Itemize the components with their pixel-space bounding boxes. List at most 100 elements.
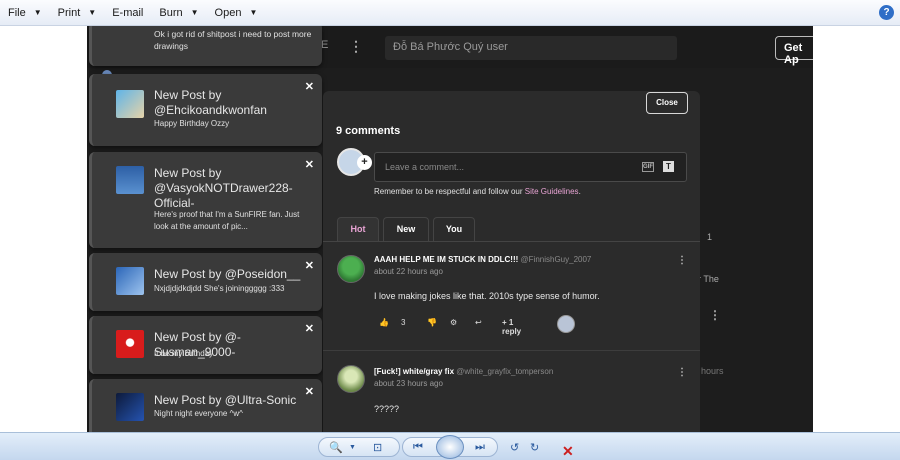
chevron-down-icon: ▼ (88, 8, 97, 17)
guidelines-prefix: Remember to be respectful and follow our (374, 187, 525, 196)
bg-text: hours (701, 366, 724, 376)
site-search-input[interactable]: Đỗ Bá Phước Quý user (385, 36, 677, 60)
notification-card[interactable]: New Post by @-Susman_9000- It be my birt… (89, 316, 322, 374)
award-icon[interactable]: ⚙ (450, 318, 457, 327)
close-icon[interactable]: ✕ (305, 158, 314, 171)
help-icon[interactable]: ? (879, 5, 894, 20)
guidelines-text: Remember to be respectful and follow our… (374, 187, 581, 196)
tabs-divider (323, 241, 700, 242)
comment-handle: @FinnishGuy_2007 (520, 255, 592, 264)
menu-bar: File ▼ Print ▼ E-mail Burn ▼ Open ▼ ? (0, 0, 900, 26)
comment-author-name: [Fuck!] white/gray fix (374, 367, 455, 376)
chevron-down-icon: ▼ (33, 8, 42, 17)
notification-card[interactable]: Ok i got rid of shitpost i need to post … (89, 26, 322, 66)
notification-card[interactable]: New Post by @Poseidon__ Nxjdjdjdkdjdd Sh… (89, 253, 322, 311)
more-options-icon[interactable]: ⋮ (677, 255, 687, 266)
close-icon[interactable]: ✕ (305, 259, 314, 272)
chevron-down-icon[interactable]: ▼ (349, 444, 356, 451)
notification-card[interactable]: New Post by @Ultra-Sonic Night night eve… (89, 379, 322, 432)
replies-button[interactable]: + 1 reply (502, 318, 521, 336)
notification-title: New Post by @Ultra-Sonic (154, 393, 297, 407)
menu-burn[interactable]: Burn ▼ (151, 0, 206, 26)
notification-thumbnail (116, 330, 144, 358)
more-options-icon[interactable]: ⋮ (349, 38, 363, 55)
tab-new[interactable]: New (383, 217, 429, 241)
notification-card[interactable]: New Post by @VasyokNOTDrawer228-Official… (89, 152, 322, 248)
notification-body: Ok i got rid of shitpost i need to post … (154, 29, 312, 51)
site-header-letter: E (321, 39, 329, 51)
menu-file-label: File (8, 6, 26, 19)
comment-text: ????? (374, 404, 400, 414)
notification-body: Happy Birthday Ozzy (154, 119, 230, 128)
comment-author[interactable]: [Fuck!] white/gray fix @white_grayfix_to… (374, 367, 553, 376)
close-icon[interactable]: ✕ (305, 80, 314, 93)
comment-separator (323, 350, 700, 351)
plus-icon[interactable]: + (357, 155, 372, 170)
delete-icon[interactable]: ✕ (562, 443, 574, 460)
menu-print[interactable]: Print ▼ (50, 0, 105, 26)
comment-handle: @white_grayfix_tomperson (456, 367, 554, 376)
reply-icon[interactable]: ↩ (475, 318, 482, 327)
notification-thumbnail (116, 90, 144, 118)
rotate-left-icon[interactable]: ↺ (510, 441, 519, 454)
menu-open[interactable]: Open ▼ (207, 0, 266, 26)
next-icon[interactable]: ⏭ (475, 441, 485, 454)
notification-title: New Post by @Poseidon__ (154, 267, 301, 281)
text-format-icon[interactable]: T (663, 161, 674, 172)
gif-icon[interactable]: GIF (642, 162, 654, 172)
menu-open-label: Open (214, 6, 242, 19)
bg-count: 1 (707, 232, 713, 242)
site-guidelines-link[interactable]: Site Guidelines (525, 187, 579, 196)
slideshow-button[interactable] (436, 435, 464, 459)
notification-body: It be my birthday (154, 349, 214, 358)
notification-body: Here's proof that I'm a SunFIRE fan. Jus… (154, 210, 300, 231)
actual-size-icon[interactable]: ⊡ (373, 441, 382, 454)
close-icon[interactable]: ✕ (305, 322, 314, 335)
comment-author-name: AAAH HELP ME IM STUCK IN DDLC!!! (374, 255, 519, 264)
viewer-toolbar: 🔍 ▼ ⊡ ⏮ ⏭ ↺ ↻ ✕ (0, 432, 900, 460)
more-options-icon[interactable]: ⋮ (709, 308, 721, 322)
close-icon[interactable]: ✕ (305, 385, 314, 398)
previous-icon[interactable]: ⏮ (413, 441, 423, 454)
close-button[interactable]: Close (646, 92, 688, 114)
photo-viewer: E ⋮ Đỗ Bá Phước Quý user Get Ap 1 or The… (0, 26, 900, 432)
reply-avatar (557, 315, 575, 333)
comment-time: about 22 hours ago (374, 267, 443, 276)
notification-body: Nxjdjdjdkdjdd She's joininggggg :333 (154, 284, 285, 293)
chevron-down-icon: ▼ (249, 8, 258, 17)
comment-author[interactable]: AAAH HELP ME IM STUCK IN DDLC!!! @Finnis… (374, 255, 591, 264)
tab-hot[interactable]: Hot (337, 217, 379, 241)
menu-print-label: Print (57, 6, 81, 19)
notification-body: Night night everyone ^w^ (154, 409, 243, 418)
comment-placeholder: Leave a comment... (385, 162, 465, 172)
guidelines-end: . (578, 187, 581, 196)
get-app-button[interactable]: Get Ap (775, 36, 813, 66)
rotate-right-icon[interactable]: ↻ (530, 441, 539, 454)
comment-count: 9 comments (336, 125, 401, 137)
thumbs-up-icon[interactable]: 👍 (379, 318, 389, 327)
comment-avatar[interactable] (337, 255, 365, 283)
notification-thumbnail (116, 393, 144, 421)
more-options-icon[interactable]: ⋮ (677, 367, 687, 378)
thumbs-down-icon[interactable]: 👎 (427, 318, 437, 327)
comment-avatar[interactable] (337, 365, 365, 393)
chevron-down-icon: ▼ (190, 8, 199, 17)
like-count: 3 (401, 318, 406, 327)
notification-title: New Post by @Ehcikoandkwonfan (154, 88, 267, 117)
comment-input[interactable]: Leave a comment... GIF T (374, 152, 687, 182)
zoom-group: 🔍 ▼ ⊡ (318, 437, 400, 457)
notification-thumbnail (116, 166, 144, 194)
comments-modal: Close 9 comments + Leave a comment... GI… (323, 91, 700, 432)
comment-time: about 23 hours ago (374, 379, 443, 388)
menu-email-label: E-mail (112, 6, 144, 19)
menu-file[interactable]: File ▼ (0, 0, 50, 26)
zoom-icon[interactable]: 🔍 (329, 441, 343, 454)
comment-text: I love making jokes like that. 2010s typ… (374, 291, 600, 301)
menu-burn-label: Burn (159, 6, 183, 19)
tab-you[interactable]: You (433, 217, 475, 241)
notification-title: New Post by @VasyokNOTDrawer228-Official… (154, 166, 293, 210)
menu-email[interactable]: E-mail (104, 0, 151, 26)
notification-card[interactable]: New Post by @Ehcikoandkwonfan Happy Birt… (89, 74, 322, 146)
screenshot-image: E ⋮ Đỗ Bá Phước Quý user Get Ap 1 or The… (87, 26, 813, 432)
notification-thumbnail (116, 267, 144, 295)
